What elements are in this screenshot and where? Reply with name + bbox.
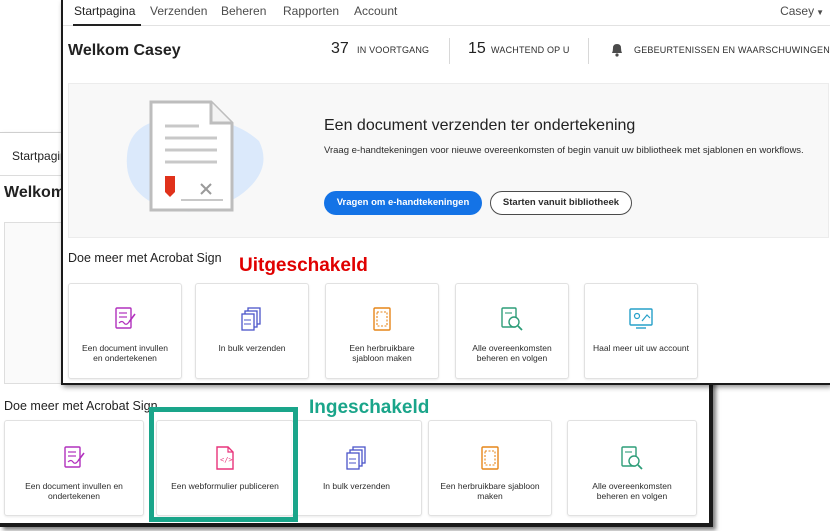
enabled-annotation: Ingeschakeld	[309, 397, 430, 418]
tab-account[interactable]: Account	[354, 4, 397, 18]
top-nav: Startpagina Verzenden Beheren Rapporten …	[63, 0, 830, 26]
tab-reports[interactable]: Rapporten	[283, 4, 339, 18]
hero-title: Een document verzenden ter ondertekening	[324, 117, 636, 134]
back-card-label: In bulk verzenden	[322, 481, 391, 491]
section-title: Doe meer met Acrobat Sign	[68, 251, 222, 265]
disabled-screenshot: Startpagina Verzenden Beheren Rapporten …	[61, 0, 830, 385]
back-card-template[interactable]: Een herbruikbare sjabloon maken	[428, 420, 552, 516]
hero-panel: Een document verzenden ter ondertekening…	[68, 83, 829, 238]
card-label: Alle overeenkomsten beheren en volgen	[472, 343, 552, 363]
bulk-send-icon	[240, 306, 264, 337]
back-card-label: Alle overeenkomsten beheren en volgen	[592, 481, 672, 501]
bell-icon[interactable]	[610, 42, 624, 62]
chevron-down-icon: ▼	[816, 8, 824, 17]
back-card-manage-track[interactable]: Alle overeenkomsten beheren en volgen	[567, 420, 697, 516]
start-from-library-button[interactable]: Starten vanuit bibliotheek	[490, 191, 632, 215]
back-card-label: Een herbruikbare sjabloon maken	[440, 481, 540, 501]
back-hero-panel	[4, 222, 64, 384]
card-bulk-send[interactable]: In bulk verzenden	[195, 283, 309, 379]
back-page-title: Welkom	[4, 184, 66, 201]
user-menu[interactable]: Casey ▼	[780, 4, 824, 18]
card-fill-sign[interactable]: Een document invullen en ondertekenen	[68, 283, 182, 379]
active-tab-indicator	[73, 24, 141, 26]
stats-divider	[588, 38, 589, 64]
back-card-bulk-send[interactable]: In bulk verzenden	[292, 420, 422, 516]
in-progress-count[interactable]: 37	[331, 40, 349, 58]
events-label[interactable]: GEBEURTENISSEN EN WAARSCHUWINGEN	[634, 45, 830, 55]
account-icon	[628, 306, 654, 335]
waiting-label[interactable]: WACHTEND OP U	[491, 45, 570, 55]
fill-sign-icon	[62, 445, 86, 476]
manage-track-icon	[499, 306, 525, 337]
card-label: Een herbruikbare sjabloon maken	[349, 343, 415, 363]
template-icon	[479, 445, 501, 476]
card-manage-track[interactable]: Alle overeenkomsten beheren en volgen	[455, 283, 569, 379]
stats-divider	[449, 38, 450, 64]
back-card-fill-sign[interactable]: Een document invullen en ondertekenen	[4, 420, 144, 516]
manage-track-icon	[619, 445, 645, 476]
tab-send[interactable]: Verzenden	[150, 4, 207, 18]
card-label: Haal meer uit uw account	[593, 343, 689, 353]
web-form-highlight-box	[149, 407, 298, 522]
card-template[interactable]: Een herbruikbare sjabloon maken	[325, 283, 439, 379]
disabled-annotation: Uitgeschakeld	[239, 255, 368, 276]
bulk-send-icon	[345, 445, 369, 476]
user-name: Casey	[780, 4, 815, 18]
tab-manage[interactable]: Beheren	[221, 4, 266, 18]
comparison-stage: Startpagina Welkom Doe meer met Acrobat …	[0, 0, 830, 531]
tab-home[interactable]: Startpagina	[74, 4, 135, 18]
waiting-count[interactable]: 15	[468, 40, 486, 58]
fill-sign-icon	[113, 306, 137, 337]
in-progress-label[interactable]: IN VOORTGANG	[357, 45, 429, 55]
document-illustration-icon	[119, 96, 269, 226]
request-signatures-button[interactable]: Vragen om e-handtekeningen	[324, 191, 482, 215]
card-label: In bulk verzenden	[218, 343, 286, 353]
back-card-label: Een document invullen en ondertekenen	[25, 481, 123, 501]
back-section-title: Doe meer met Acrobat Sign	[4, 399, 158, 413]
card-account[interactable]: Haal meer uit uw account	[584, 283, 698, 379]
page-title: Welkom Casey	[68, 42, 181, 59]
hero-description: Vraag e-handtekeningen voor nieuwe overe…	[324, 145, 804, 156]
card-label: Een document invullen en ondertekenen	[81, 343, 168, 363]
template-icon	[371, 306, 393, 337]
